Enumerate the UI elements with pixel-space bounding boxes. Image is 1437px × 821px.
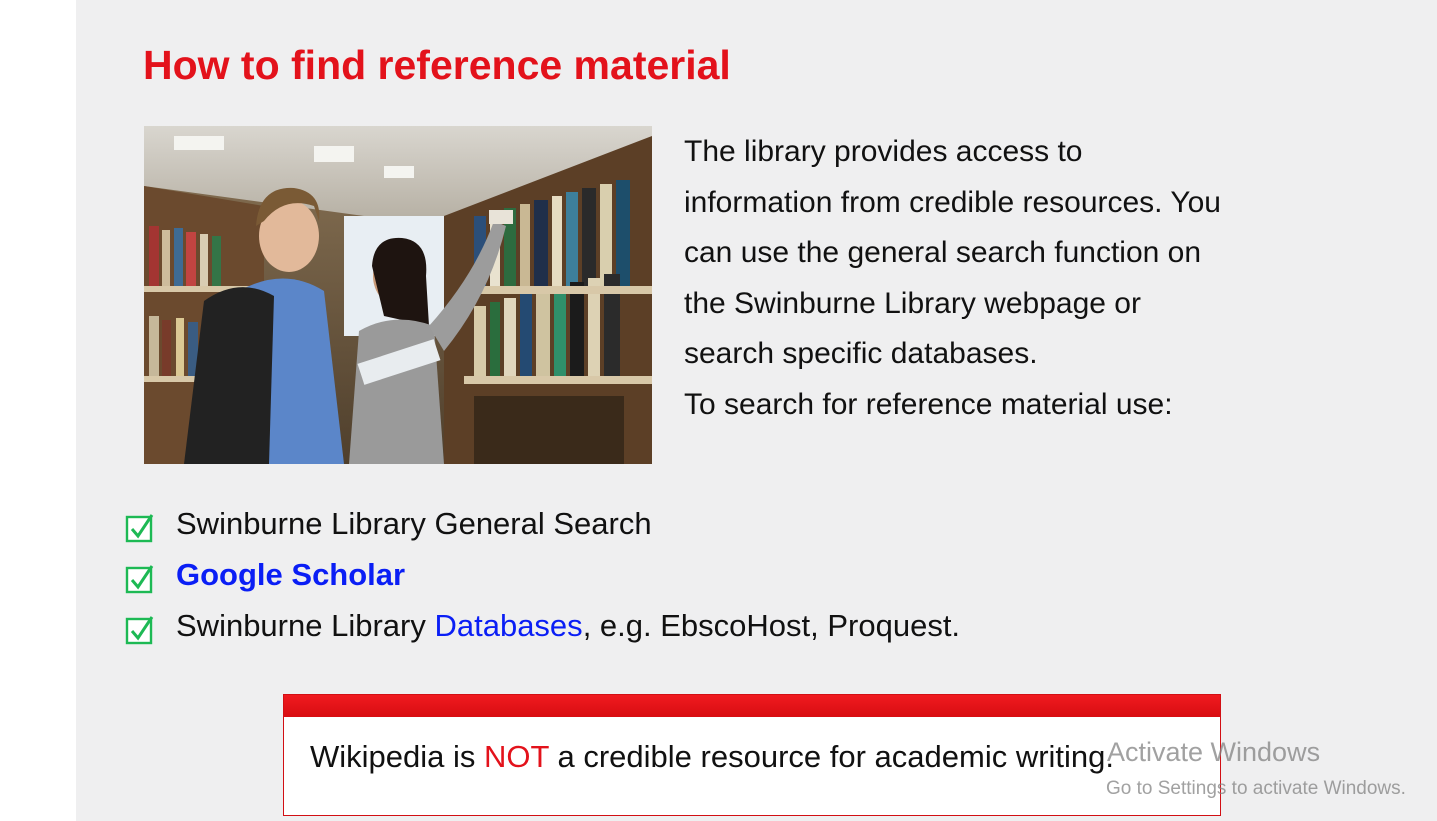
- list-item: Google Scholar: [124, 549, 960, 600]
- list-item: Swinburne Library Databases, e.g. EbscoH…: [124, 600, 960, 651]
- intro-line: To search for reference material use:: [684, 387, 1173, 421]
- notice-text: Wikipedia is NOT a credible resource for…: [310, 739, 1114, 775]
- intro-line: The library provides access to: [684, 135, 1083, 168]
- databases-suffix: , e.g. EbscoHost, Proquest.: [582, 608, 961, 643]
- notice-header-bar: [284, 695, 1220, 717]
- wikipedia-notice: Wikipedia is NOT a credible resource for…: [283, 694, 1221, 816]
- general-search-label: Swinburne Library General Search: [176, 506, 652, 541]
- list-item: Swinburne Library General Search: [124, 498, 960, 549]
- notice-before: Wikipedia is: [310, 739, 484, 774]
- library-photo: [144, 126, 652, 464]
- notice-after: a credible resource for academic writing…: [548, 739, 1115, 774]
- intro-line: search specific databases.: [684, 337, 1038, 371]
- checkbox-checked-icon: [125, 513, 154, 542]
- checkbox-checked-icon: [125, 564, 154, 593]
- notice-emphasis: NOT: [484, 739, 549, 774]
- checkbox-checked-icon: [125, 615, 154, 644]
- activation-watermark-subtitle: Go to Settings to activate Windows.: [1106, 778, 1406, 799]
- activation-watermark-title: Activate Windows: [1107, 737, 1321, 767]
- databases-prefix: Swinburne Library: [176, 608, 435, 643]
- slide-title: How to find reference material: [143, 42, 731, 88]
- google-scholar-link[interactable]: Google Scholar: [176, 549, 405, 600]
- resource-checklist: Swinburne Library General Search Google …: [124, 498, 960, 651]
- databases-link[interactable]: Databases: [434, 600, 582, 651]
- intro-line: information from credible resources. You: [684, 185, 1221, 219]
- intro-paragraph: The library provides access to informati…: [684, 127, 1324, 431]
- intro-line: the Swinburne Library webpage or: [684, 286, 1141, 320]
- intro-line: can use the general search function on: [684, 236, 1202, 270]
